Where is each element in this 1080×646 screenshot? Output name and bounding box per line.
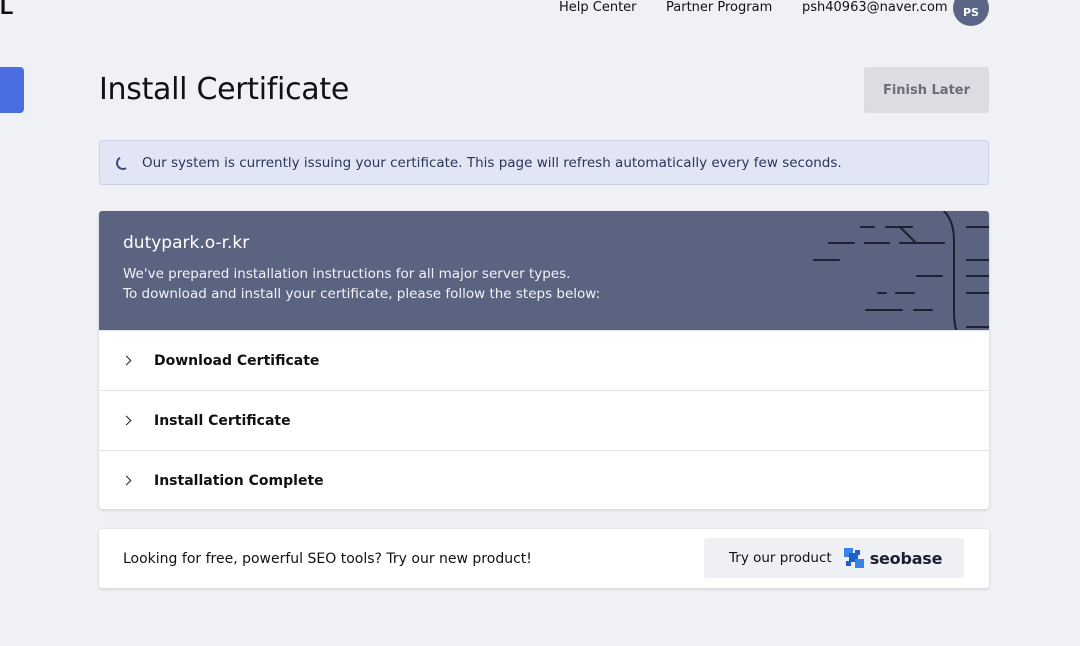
chevron-right-icon	[121, 355, 132, 366]
step-download-certificate[interactable]: Download Certificate	[99, 330, 989, 390]
card-header: dutypark.o-r.kr We've prepared installat…	[99, 211, 989, 330]
step-label: Installation Complete	[154, 472, 324, 489]
finish-later-button[interactable]: Finish Later	[864, 67, 989, 113]
page-title: Install Certificate	[99, 72, 349, 107]
seobase-brand: seobase	[869, 548, 943, 568]
try-product-button[interactable]: Try our product seobase	[704, 538, 964, 578]
chevron-right-icon	[121, 415, 132, 426]
seo-promo-banner: Looking for free, powerful SEO tools? Tr…	[99, 529, 989, 588]
sidebar-tab[interactable]	[0, 67, 24, 113]
decorative-lines-icon	[813, 211, 989, 330]
seobase-logo-icon	[843, 548, 864, 568]
step-install-certificate[interactable]: Install Certificate	[99, 390, 989, 450]
install-instructions-card: dutypark.o-r.kr We've prepared installat…	[99, 211, 989, 509]
chevron-right-icon	[121, 475, 132, 486]
step-label: Install Certificate	[154, 412, 291, 429]
notice-text: Our system is currently issuing your cer…	[142, 154, 842, 171]
issuing-notice: Our system is currently issuing your cer…	[99, 140, 989, 185]
partner-program-link[interactable]: Partner Program	[666, 0, 772, 15]
try-product-label: Try our product	[729, 550, 832, 566]
step-installation-complete[interactable]: Installation Complete	[99, 450, 989, 509]
account-email-link[interactable]: psh40963@naver.com	[802, 0, 948, 15]
step-label: Download Certificate	[154, 352, 320, 369]
promo-text: Looking for free, powerful SEO tools? Tr…	[123, 550, 532, 567]
logo[interactable]: L	[0, 0, 13, 20]
top-navigation: L Help Center Partner Program psh40963@n…	[0, 0, 1080, 26]
avatar[interactable]: PS	[953, 0, 989, 26]
help-center-link[interactable]: Help Center	[559, 0, 637, 15]
loading-spinner-icon	[114, 153, 132, 172]
